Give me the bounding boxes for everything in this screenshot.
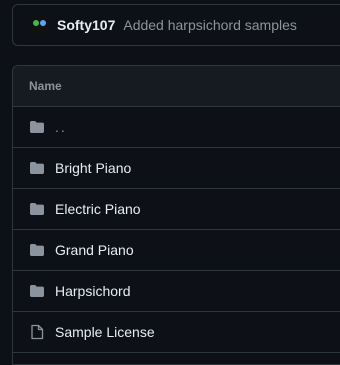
folder-icon [29,242,45,258]
table-row-label: Harpsichord [55,283,131,299]
latest-commit-bar: Softy107 Added harpsichord samples [12,4,340,46]
commit-author-link[interactable]: Softy107 [57,17,115,33]
table-row-label: Grand Piano [55,242,134,258]
table-row-bright-piano[interactable]: Bright Piano [13,148,340,189]
avatar-eye-right [40,20,46,26]
table-row-label: Sample License [55,324,155,340]
table-row-harpsichord[interactable]: Harpsichord [13,271,340,312]
avatar[interactable] [29,15,49,35]
folder-icon [29,283,45,299]
folder-icon [29,201,45,217]
table-row-sample-license[interactable]: Sample License [13,312,340,353]
table-row-label: .. [55,119,67,135]
table-row-grand-piano[interactable]: Grand Piano [13,230,340,271]
file-table: Name .. Bright Piano Electric Piano Gran… [12,65,340,365]
commit-message-link[interactable]: Added harpsichord samples [123,17,297,33]
folder-icon [29,119,45,135]
table-row-label: Electric Piano [55,201,141,217]
table-row-label: Bright Piano [55,160,132,176]
table-row-electric-piano[interactable]: Electric Piano [13,189,340,230]
folder-icon [29,160,45,176]
file-icon [29,324,45,340]
table-header-name: Name [13,66,340,107]
table-row-parent-directory[interactable]: .. [13,107,340,148]
avatar-eye-left [33,20,39,26]
